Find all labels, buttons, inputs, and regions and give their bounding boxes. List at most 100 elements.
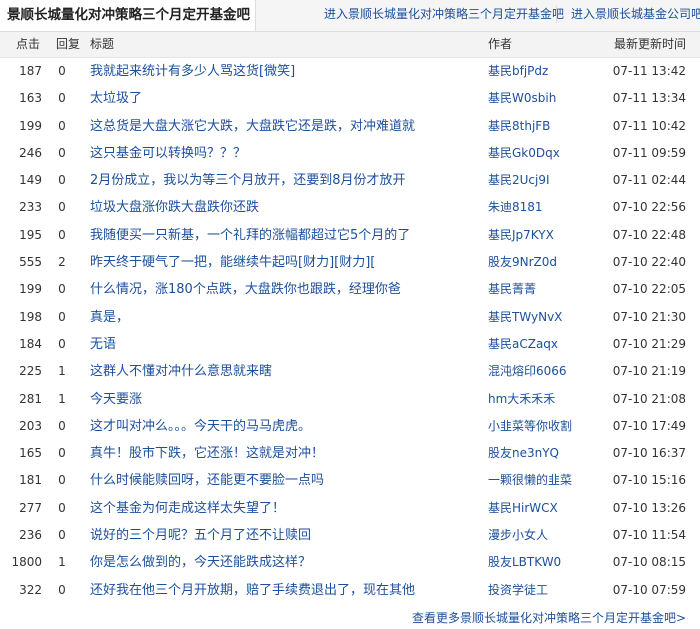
post-author-link[interactable]: 基民bfjPdz bbox=[488, 58, 548, 85]
table-row: 233 0 垃圾大盘涨你跌大盘跌你还跌 朱迪8181 07-10 22:56 bbox=[0, 194, 700, 221]
post-clicks: 199 bbox=[19, 282, 42, 297]
post-clicks: 165 bbox=[19, 446, 42, 461]
post-title-link[interactable]: 什么时候能赎回呀，还能更不要脸一点吗 bbox=[90, 467, 324, 494]
post-clicks: 246 bbox=[19, 145, 42, 160]
post-replies: 0 bbox=[58, 91, 66, 106]
post-author-link[interactable]: 基民8thjFB bbox=[488, 113, 550, 140]
post-updated-time: 07-10 16:37 bbox=[612, 446, 686, 461]
tab-current-forum[interactable]: 景顺长城量化对冲策略三个月定开基金吧 bbox=[0, 0, 256, 31]
post-replies: 0 bbox=[58, 336, 66, 351]
post-replies: 1 bbox=[58, 391, 66, 406]
post-author-link[interactable]: hm大禾禾禾 bbox=[488, 386, 555, 413]
enter-company-forum-link[interactable]: 进入景顺长城基金公司吧 bbox=[571, 0, 700, 31]
post-clicks: 187 bbox=[19, 64, 42, 78]
post-title-link[interactable]: 这个基金为何走成这样太失望了！ bbox=[90, 495, 285, 522]
table-header: 点击 回复 标题 作者 最新更新时间 bbox=[0, 32, 700, 58]
post-author-link[interactable]: 基民TWyNvX bbox=[488, 304, 562, 331]
post-clicks: 195 bbox=[19, 227, 42, 242]
table-row: 163 0 太垃圾了 基民W0sbih 07-11 13:34 bbox=[0, 85, 700, 112]
post-title-link[interactable]: 还好我在他三个月开放期，赔了手续费退出了，现在其他 bbox=[90, 577, 415, 604]
post-replies: 0 bbox=[58, 118, 66, 133]
enter-forum-link[interactable]: 进入景顺长城量化对冲策略三个月定开基金吧 bbox=[324, 0, 564, 31]
post-title-link[interactable]: 什么情况，涨180个点跌，大盘跌你也跟跌，经理你爸 bbox=[90, 276, 401, 303]
post-title-link[interactable]: 垃圾大盘涨你跌大盘跌你还跌 bbox=[90, 194, 259, 221]
post-title-link[interactable]: 这只基金可以转换吗？？？ bbox=[90, 140, 246, 167]
post-clicks: 181 bbox=[19, 473, 42, 488]
view-more-link[interactable]: 查看更多景顺长城量化对冲策略三个月定开基金吧> bbox=[412, 609, 686, 626]
post-list: 187 0 我就起来统计有多少人骂这货[微笑] 基民bfjPdz 07-11 13:42… bbox=[0, 58, 700, 604]
post-updated-time: 07-10 11:54 bbox=[612, 528, 686, 543]
header-updated: 最新更新时间 bbox=[613, 37, 686, 51]
post-updated-time: 07-11 10:42 bbox=[612, 118, 686, 133]
post-replies: 1 bbox=[58, 555, 66, 570]
post-title-link[interactable]: 今天要涨 bbox=[90, 386, 142, 413]
post-author-link[interactable]: 基民Gk0Dqx bbox=[488, 140, 560, 167]
post-author-link[interactable]: 漫步小女人 bbox=[488, 522, 548, 549]
post-author-link[interactable]: 小韭菜等你收割 bbox=[488, 413, 572, 440]
post-updated-time: 07-10 15:16 bbox=[612, 473, 686, 488]
post-title-link[interactable]: 真牛！股市下跌，它还涨！这就是对冲！ bbox=[90, 440, 324, 467]
post-updated-time: 07-10 21:08 bbox=[612, 391, 686, 406]
post-author-link[interactable]: 股友9NrZ0d bbox=[488, 249, 557, 276]
post-author-link[interactable]: 基民2Ucj9I bbox=[488, 167, 550, 194]
post-updated-time: 07-11 09:59 bbox=[612, 145, 686, 160]
post-clicks: 203 bbox=[19, 418, 42, 433]
table-row: 281 1 今天要涨 hm大禾禾禾 07-10 21:08 bbox=[0, 386, 700, 413]
header-title: 标题 bbox=[90, 37, 115, 51]
post-title-link[interactable]: 你是怎么做到的，今天还能跌成这样？ bbox=[90, 549, 311, 576]
post-author-link[interactable]: 一颗很懒的韭菜 bbox=[488, 467, 572, 494]
post-replies: 0 bbox=[58, 500, 66, 515]
post-title-link[interactable]: 这群人不懂对冲什么意思就来瞎 bbox=[90, 358, 272, 385]
post-clicks: 199 bbox=[19, 118, 42, 133]
post-replies: 0 bbox=[58, 282, 66, 297]
post-replies: 0 bbox=[58, 64, 66, 78]
header-author: 作者 bbox=[488, 37, 513, 51]
post-clicks: 149 bbox=[19, 173, 42, 188]
post-clicks: 184 bbox=[19, 336, 42, 351]
post-replies: 0 bbox=[58, 145, 66, 160]
post-clicks: 225 bbox=[19, 364, 42, 379]
post-author-link[interactable]: 基民Jp7KYX bbox=[488, 222, 554, 249]
table-row: 187 0 我就起来统计有多少人骂这货[微笑] 基民bfjPdz 07-11 13:42 bbox=[0, 58, 700, 85]
post-title-link[interactable]: 这才叫对冲么。。。今天干的马马虎虎。 bbox=[90, 413, 311, 440]
post-title-link[interactable]: 无语 bbox=[90, 331, 116, 358]
post-title-link[interactable]: 昨天终于硬气了一把，能继续牛起吗[财力][财力][ bbox=[90, 249, 375, 276]
post-title-link[interactable]: 真是， bbox=[90, 304, 129, 331]
table-row: 322 0 还好我在他三个月开放期，赔了手续费退出了，现在其他 投资学徒工 07-10 … bbox=[0, 577, 700, 604]
post-updated-time: 07-10 22:56 bbox=[612, 200, 686, 215]
post-title-link[interactable]: 说好的三个月呢？五个月了还不让赎回 bbox=[90, 522, 311, 549]
post-author-link[interactable]: 股友LBTKW0 bbox=[488, 549, 561, 576]
table-row: 195 0 我随便买一只新基，一个礼拜的涨幅都超过它5个月的了 基民Jp7KYX 07-… bbox=[0, 222, 700, 249]
table-row: 198 0 真是， 基民TWyNvX 07-10 21:30 bbox=[0, 304, 700, 331]
post-author-link[interactable]: 股友ne3nYQ bbox=[488, 440, 559, 467]
post-updated-time: 07-10 22:48 bbox=[612, 227, 686, 242]
post-replies: 0 bbox=[58, 418, 66, 433]
post-updated-time: 07-10 22:40 bbox=[612, 255, 686, 270]
post-updated-time: 07-10 21:19 bbox=[612, 364, 686, 379]
post-updated-time: 07-10 08:15 bbox=[612, 555, 686, 570]
post-author-link[interactable]: 基民菁菁 bbox=[488, 276, 536, 303]
post-replies: 0 bbox=[58, 528, 66, 543]
table-row: 199 0 这总货是大盘大涨它大跌，大盘跌它还是跌，对冲难道就 基民8thjFB 07-… bbox=[0, 113, 700, 140]
post-updated-time: 07-10 07:59 bbox=[612, 582, 686, 597]
post-updated-time: 07-10 21:29 bbox=[612, 336, 686, 351]
post-title-link[interactable]: 2月份成立，我以为等三个月放开，还要到8月份才放开 bbox=[90, 167, 406, 194]
post-author-link[interactable]: 混沌熔印6066 bbox=[488, 358, 567, 385]
post-replies: 0 bbox=[58, 227, 66, 242]
tab-bar: 景顺长城量化对冲策略三个月定开基金吧 进入景顺长城量化对冲策略三个月定开基金吧 … bbox=[0, 0, 700, 32]
post-author-link[interactable]: 投资学徒工 bbox=[488, 577, 548, 604]
post-replies: 1 bbox=[58, 364, 66, 379]
post-title-link[interactable]: 这总货是大盘大涨它大跌，大盘跌它还是跌，对冲难道就 bbox=[90, 113, 415, 140]
post-author-link[interactable]: 朱迪8181 bbox=[488, 194, 543, 221]
post-author-link[interactable]: 基民aCZaqx bbox=[488, 331, 558, 358]
table-row: 225 1 这群人不懂对冲什么意思就来瞎 混沌熔印6066 07-10 21:19 bbox=[0, 358, 700, 385]
post-title-link[interactable]: 我就起来统计有多少人骂这货[微笑] bbox=[90, 58, 295, 85]
post-title-link[interactable]: 太垃圾了 bbox=[90, 85, 142, 112]
post-author-link[interactable]: 基民HirWCX bbox=[488, 495, 558, 522]
post-title-link[interactable]: 我随便买一只新基，一个礼拜的涨幅都超过它5个月的了 bbox=[90, 222, 410, 249]
post-replies: 0 bbox=[58, 473, 66, 488]
post-updated-time: 07-11 02:44 bbox=[612, 173, 686, 188]
post-author-link[interactable]: 基民W0sbih bbox=[488, 85, 556, 112]
table-row: 199 0 什么情况，涨180个点跌，大盘跌你也跟跌，经理你爸 基民菁菁 07-10 2… bbox=[0, 276, 700, 303]
table-row: 555 2 昨天终于硬气了一把，能继续牛起吗[财力][财力][股友9NrZ0d 07-… bbox=[0, 249, 700, 276]
